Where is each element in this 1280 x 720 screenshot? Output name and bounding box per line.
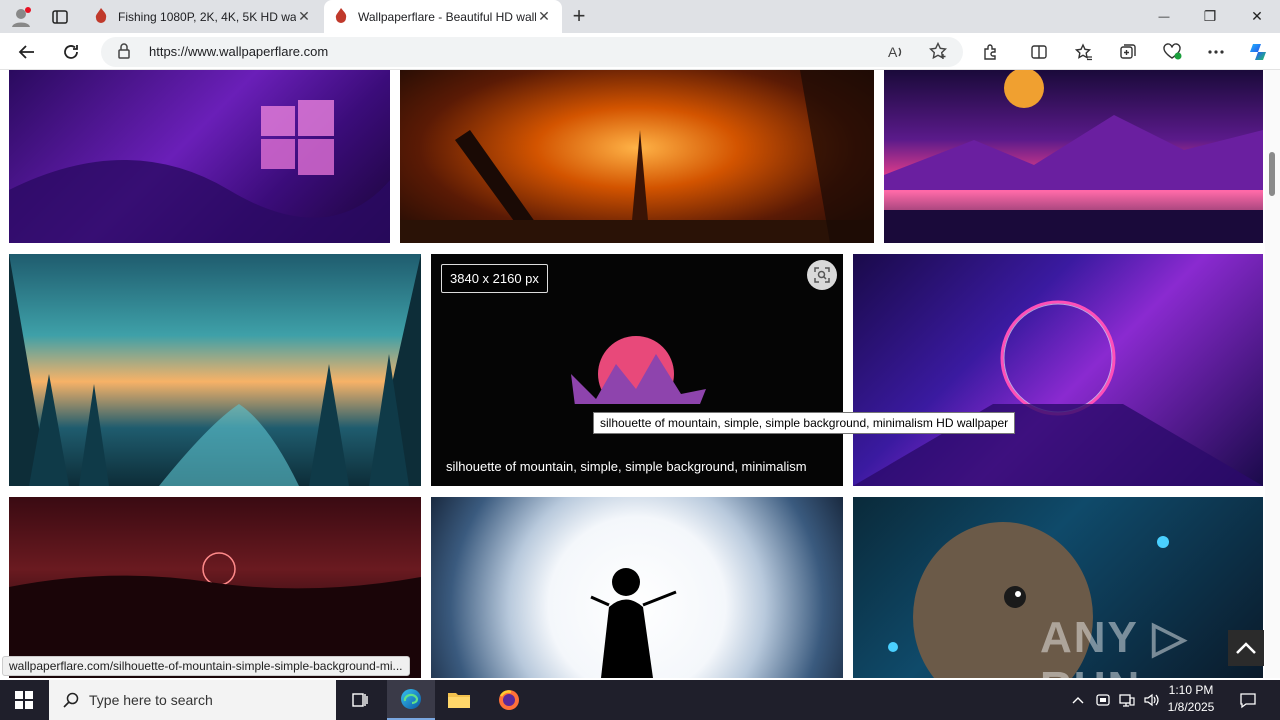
tab-close-icon[interactable]: ✕: [296, 8, 312, 25]
tab-wallpaperflare[interactable]: Wallpaperflare - Beautiful HD wallpapers…: [324, 0, 562, 33]
url-text[interactable]: https://www.wallpaperflare.com: [149, 44, 328, 59]
network-icon: [1119, 694, 1135, 707]
tray-network-icon[interactable]: [1115, 680, 1139, 720]
windows-taskbar: Type here to search 1:10 PM 1/8/2025: [0, 680, 1280, 720]
tab-actions-icon[interactable]: [47, 4, 73, 30]
browser-essentials-icon[interactable]: [1159, 39, 1185, 65]
firefox-icon: [499, 690, 519, 710]
task-view-button[interactable]: [336, 680, 384, 720]
folder-icon: [448, 693, 470, 708]
tab-title: Fishing 1080P, 2K, 4K, 5K HD wallpapers: [118, 9, 296, 24]
search-placeholder: Type here to search: [89, 692, 213, 708]
copilot-icon[interactable]: [1245, 39, 1271, 65]
close-window-button[interactable]: ✕: [1234, 0, 1280, 33]
resolution-badge: 3840 x 2160 px: [441, 264, 548, 293]
taskbar-edge-button[interactable]: [387, 680, 435, 720]
taskbar-clock[interactable]: 1:10 PM 1/8/2025: [1160, 682, 1222, 716]
edge-icon: [401, 689, 421, 709]
wallpaper-thumbnail[interactable]: [400, 70, 874, 243]
status-url: wallpaperflare.com/silhouette-of-mountai…: [2, 656, 410, 676]
wallpaper-thumbnail[interactable]: [9, 70, 390, 243]
profile-icon[interactable]: [8, 4, 34, 30]
restore-button[interactable]: ❐: [1187, 0, 1233, 33]
minimize-button[interactable]: —: [1141, 0, 1187, 33]
search-icon: [63, 692, 79, 708]
windows-start-icon: [15, 691, 33, 709]
split-screen-icon[interactable]: [1026, 39, 1052, 65]
wallpaperflare-favicon-icon: [94, 7, 108, 26]
notification-center-button[interactable]: [1226, 680, 1270, 720]
browser-toolbar: https://www.wallpaperflare.com A: [0, 33, 1280, 70]
thumbnail-caption[interactable]: silhouette of mountain, simple, simple b…: [446, 459, 807, 474]
purple-mountains-wallpaper-image: [884, 70, 1263, 243]
browser-titlebar: Fishing 1080P, 2K, 4K, 5K HD wallpapers …: [0, 0, 1280, 33]
new-tab-button[interactable]: +: [566, 3, 592, 29]
more-menu-icon[interactable]: [1203, 39, 1229, 65]
task-view-icon: [352, 693, 368, 707]
wallpaper-thumbnail-hovered[interactable]: 3840 x 2160 px silhouette of mountain, s…: [431, 254, 843, 486]
chevron-up-icon: [1236, 642, 1256, 654]
tray-device-icon[interactable]: [1091, 680, 1115, 720]
clock-time: 1:10 PM: [1168, 683, 1214, 697]
start-button[interactable]: [0, 680, 48, 720]
scroll-to-top-button[interactable]: [1228, 630, 1264, 666]
wallpaper-thumbnail[interactable]: [884, 70, 1263, 243]
dark-red-landscape-wallpaper-image: [9, 552, 421, 678]
neon-circle-wallpaper-image: [853, 300, 1263, 486]
taskbar-firefox-button[interactable]: [485, 680, 533, 720]
notification-icon: [1240, 693, 1256, 709]
refresh-icon[interactable]: [58, 39, 84, 65]
favorites-icon[interactable]: [1071, 39, 1097, 65]
image-tooltip: silhouette of mountain, simple, simple b…: [593, 412, 1016, 434]
fantasy-tree-wallpaper-image: [400, 70, 874, 243]
show-hidden-icons-button[interactable]: [1066, 680, 1090, 720]
wallpaperflare-favicon-icon: [334, 7, 348, 26]
wallpaper-thumbnail[interactable]: [9, 497, 421, 678]
vertical-scrollbar[interactable]: [1265, 70, 1280, 678]
forest-river-wallpaper-image: [9, 254, 421, 486]
svg-text:A: A: [888, 44, 898, 60]
favorite-star-icon[interactable]: [928, 41, 948, 65]
tab-fishing[interactable]: Fishing 1080P, 2K, 4K, 5K HD wallpapers …: [84, 0, 322, 33]
back-icon[interactable]: [14, 39, 40, 65]
speaker-icon: [1144, 693, 1159, 707]
wallpaper-thumbnail[interactable]: [9, 254, 421, 486]
lock-icon[interactable]: [117, 43, 131, 64]
chevron-up-icon: [1072, 697, 1084, 704]
windows-logo-wallpaper-image: [9, 100, 390, 243]
read-aloud-icon[interactable]: A: [887, 43, 905, 66]
address-bar[interactable]: https://www.wallpaperflare.com A: [101, 37, 963, 67]
clock-date: 1/8/2025: [1167, 700, 1215, 714]
taskbar-search-box[interactable]: Type here to search: [49, 680, 336, 720]
wallpaper-grid: 3840 x 2160 px silhouette of mountain, s…: [0, 70, 1265, 678]
wallpaper-thumbnail[interactable]: [853, 254, 1263, 486]
scrollbar-thumb[interactable]: [1269, 152, 1275, 196]
ninja-moon-wallpaper-image: [590, 568, 677, 678]
device-icon: [1096, 694, 1110, 706]
tab-title: Wallpaperflare - Beautiful HD wallpapers: [358, 9, 536, 24]
collections-icon[interactable]: [1115, 39, 1141, 65]
taskbar-file-explorer-button[interactable]: [435, 680, 483, 720]
extensions-icon[interactable]: [978, 39, 1004, 65]
tab-close-icon[interactable]: ✕: [536, 8, 552, 25]
visual-search-icon[interactable]: [807, 260, 837, 290]
wallpaper-thumbnail[interactable]: [431, 497, 843, 678]
